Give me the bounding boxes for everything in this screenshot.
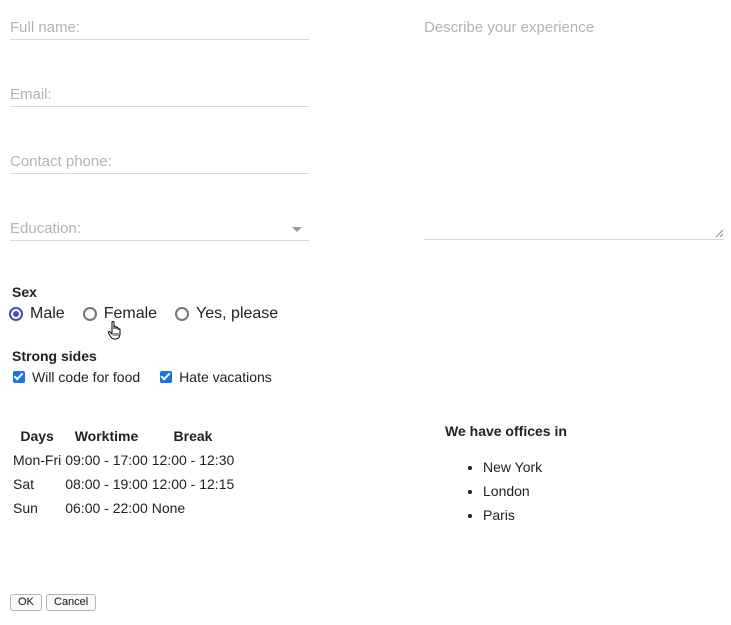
cancel-button[interactable]: Cancel — [46, 594, 97, 611]
email-placeholder: Email: — [10, 86, 52, 103]
radio-yes-please-circle[interactable] — [175, 307, 190, 321]
ok-button[interactable]: OK — [10, 594, 42, 611]
checkbox-hate-vacations[interactable]: Hate vacations — [160, 369, 272, 385]
list-item: London — [483, 480, 542, 504]
radio-male-label: Male — [30, 305, 65, 322]
table-cell: 09:00 - 17:00 — [65, 452, 148, 468]
email-field[interactable]: Email: — [10, 85, 309, 107]
chevron-down-icon[interactable] — [292, 227, 302, 232]
table-cell: Mon-Fri — [13, 452, 62, 468]
strong-sides-label: Strong sides — [12, 348, 97, 364]
sex-label: Sex — [12, 284, 37, 300]
radio-female-circle[interactable] — [82, 307, 97, 321]
checkbox-code-for-food[interactable]: Will code for food — [13, 369, 140, 385]
experience-placeholder: Describe your experience — [424, 19, 595, 36]
checkbox-code-for-food-box[interactable] — [13, 371, 25, 383]
sex-radio-group: Male Female Yes, please — [9, 303, 296, 325]
radio-yes-please[interactable]: Yes, please — [175, 305, 278, 323]
list-item: New York — [483, 456, 542, 480]
table-row: Sat 08:00 - 19:00 12:00 - 12:15 — [11, 472, 236, 496]
checkbox-hate-vacations-label: Hate vacations — [179, 369, 272, 385]
list-item: Paris — [483, 504, 542, 528]
table-header-row: Days Worktime Break — [11, 424, 236, 448]
header-worktime: Worktime — [74, 428, 139, 444]
table-row: Sun 06:00 - 22:00 None — [11, 496, 236, 520]
experience-textarea[interactable]: Describe your experience — [424, 18, 724, 240]
schedule-table: Days Worktime Break Mon-Fri 09:00 - 17:0… — [11, 424, 236, 520]
hand-pointer-icon — [107, 321, 121, 340]
header-break: Break — [173, 428, 213, 444]
full-name-field[interactable]: Full name: — [10, 18, 309, 40]
offices-title: We have offices in — [445, 423, 567, 439]
radio-male[interactable]: Male — [9, 305, 65, 323]
radio-male-circle[interactable] — [9, 307, 23, 321]
resize-handle-icon[interactable] — [715, 229, 723, 237]
offices-list: New York London Paris — [445, 456, 542, 528]
table-cell: Sat — [13, 476, 35, 492]
strong-sides-group: Will code for food Hate vacations — [13, 368, 292, 386]
contact-phone-field[interactable]: Contact phone: — [10, 152, 309, 174]
header-days: Days — [20, 428, 54, 444]
education-select[interactable]: Education: — [10, 219, 309, 241]
education-placeholder: Education: — [10, 220, 81, 237]
full-name-placeholder: Full name: — [10, 19, 81, 36]
checkbox-code-for-food-label: Will code for food — [32, 369, 141, 385]
table-cell: 12:00 - 12:15 — [151, 476, 235, 492]
checkbox-hate-vacations-box[interactable] — [160, 371, 173, 383]
table-cell: None — [151, 500, 186, 516]
radio-yes-please-label: Yes, please — [196, 305, 279, 322]
table-cell: 12:00 - 12:30 — [151, 452, 235, 468]
contact-phone-placeholder: Contact phone: — [10, 153, 112, 170]
table-cell: 06:00 - 22:00 — [65, 500, 148, 516]
table-cell: 08:00 - 19:00 — [65, 476, 148, 492]
table-row: Mon-Fri 09:00 - 17:00 12:00 - 12:30 — [11, 448, 236, 472]
table-cell: Sun — [13, 500, 38, 516]
